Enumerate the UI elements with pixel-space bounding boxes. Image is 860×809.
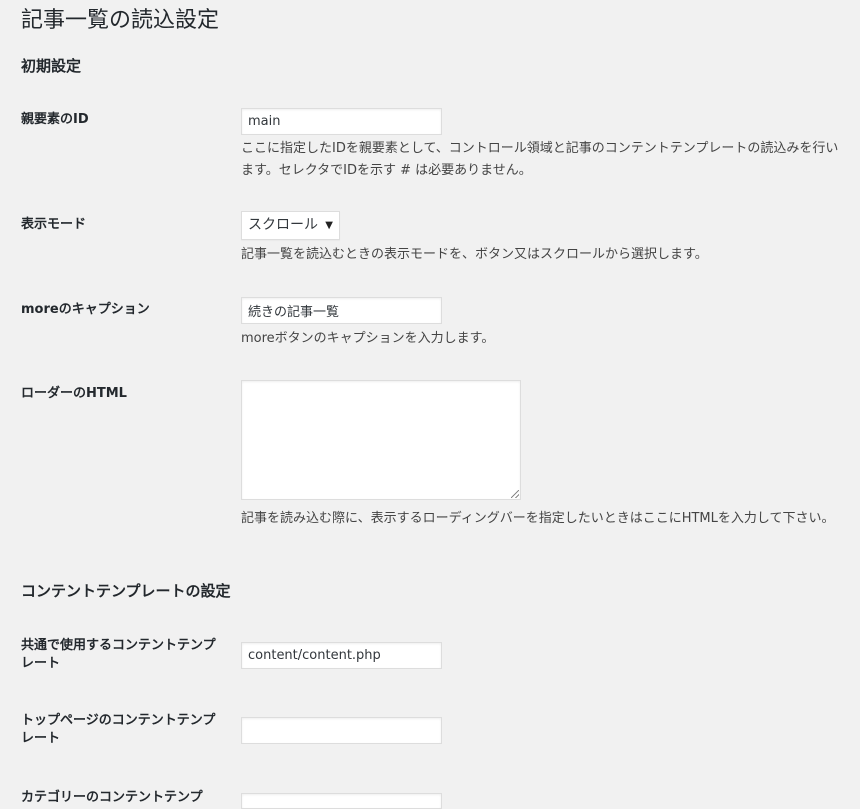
common-template-input[interactable] — [241, 642, 442, 669]
parent-id-input[interactable] — [241, 108, 442, 135]
more-caption-label: moreのキャプション — [21, 302, 150, 317]
section-title-content-template: コンテントテンプレートの設定 — [21, 582, 231, 600]
more-caption-field-wrap — [241, 297, 442, 324]
display-mode-description: 記事一覧を読込むときの表示モードを、ボタン又はスクロールから選択します。 — [241, 247, 708, 262]
loader-html-textarea[interactable] — [241, 380, 521, 500]
top-page-template-field-wrap — [241, 717, 442, 744]
top-page-template-input[interactable] — [241, 717, 442, 744]
loader-html-label: ローダーのHTML — [21, 386, 127, 401]
loader-html-description: 記事を読み込む際に、表示するローディングバーを指定したいときはここにHTMLを入… — [241, 511, 835, 526]
top-page-template-label: トップページのコンテントテンプレート — [21, 713, 216, 746]
loader-html-field-wrap — [241, 380, 521, 500]
display-mode-field-wrap: スクロール ▼ — [241, 211, 340, 240]
more-caption-input[interactable] — [241, 297, 442, 324]
common-template-field-wrap — [241, 642, 442, 669]
resize-handle-icon[interactable] — [511, 490, 519, 498]
display-mode-selected-value: スクロール — [248, 217, 318, 233]
parent-id-description: ここに指定したIDを親要素として、コントロール領域と記事のコンテントテンプレート… — [241, 141, 839, 178]
display-mode-label: 表示モード — [21, 217, 87, 232]
section-title-initial: 初期設定 — [21, 57, 82, 75]
parent-id-label: 親要素のID — [21, 112, 89, 127]
display-mode-select[interactable]: スクロール ▼ — [241, 211, 340, 240]
category-template-input[interactable] — [241, 793, 442, 809]
more-caption-description: moreボタンのキャプションを入力します。 — [241, 331, 495, 346]
caret-down-icon: ▼ — [325, 220, 333, 231]
page-title: 記事一覧の読込設定 — [21, 8, 220, 33]
category-template-label: カテゴリーのコンテントテンプ — [21, 790, 203, 805]
common-template-label: 共通で使用するコンテントテンプレート — [21, 638, 216, 671]
parent-id-field-wrap — [241, 108, 442, 135]
category-template-field-wrap — [241, 793, 442, 809]
